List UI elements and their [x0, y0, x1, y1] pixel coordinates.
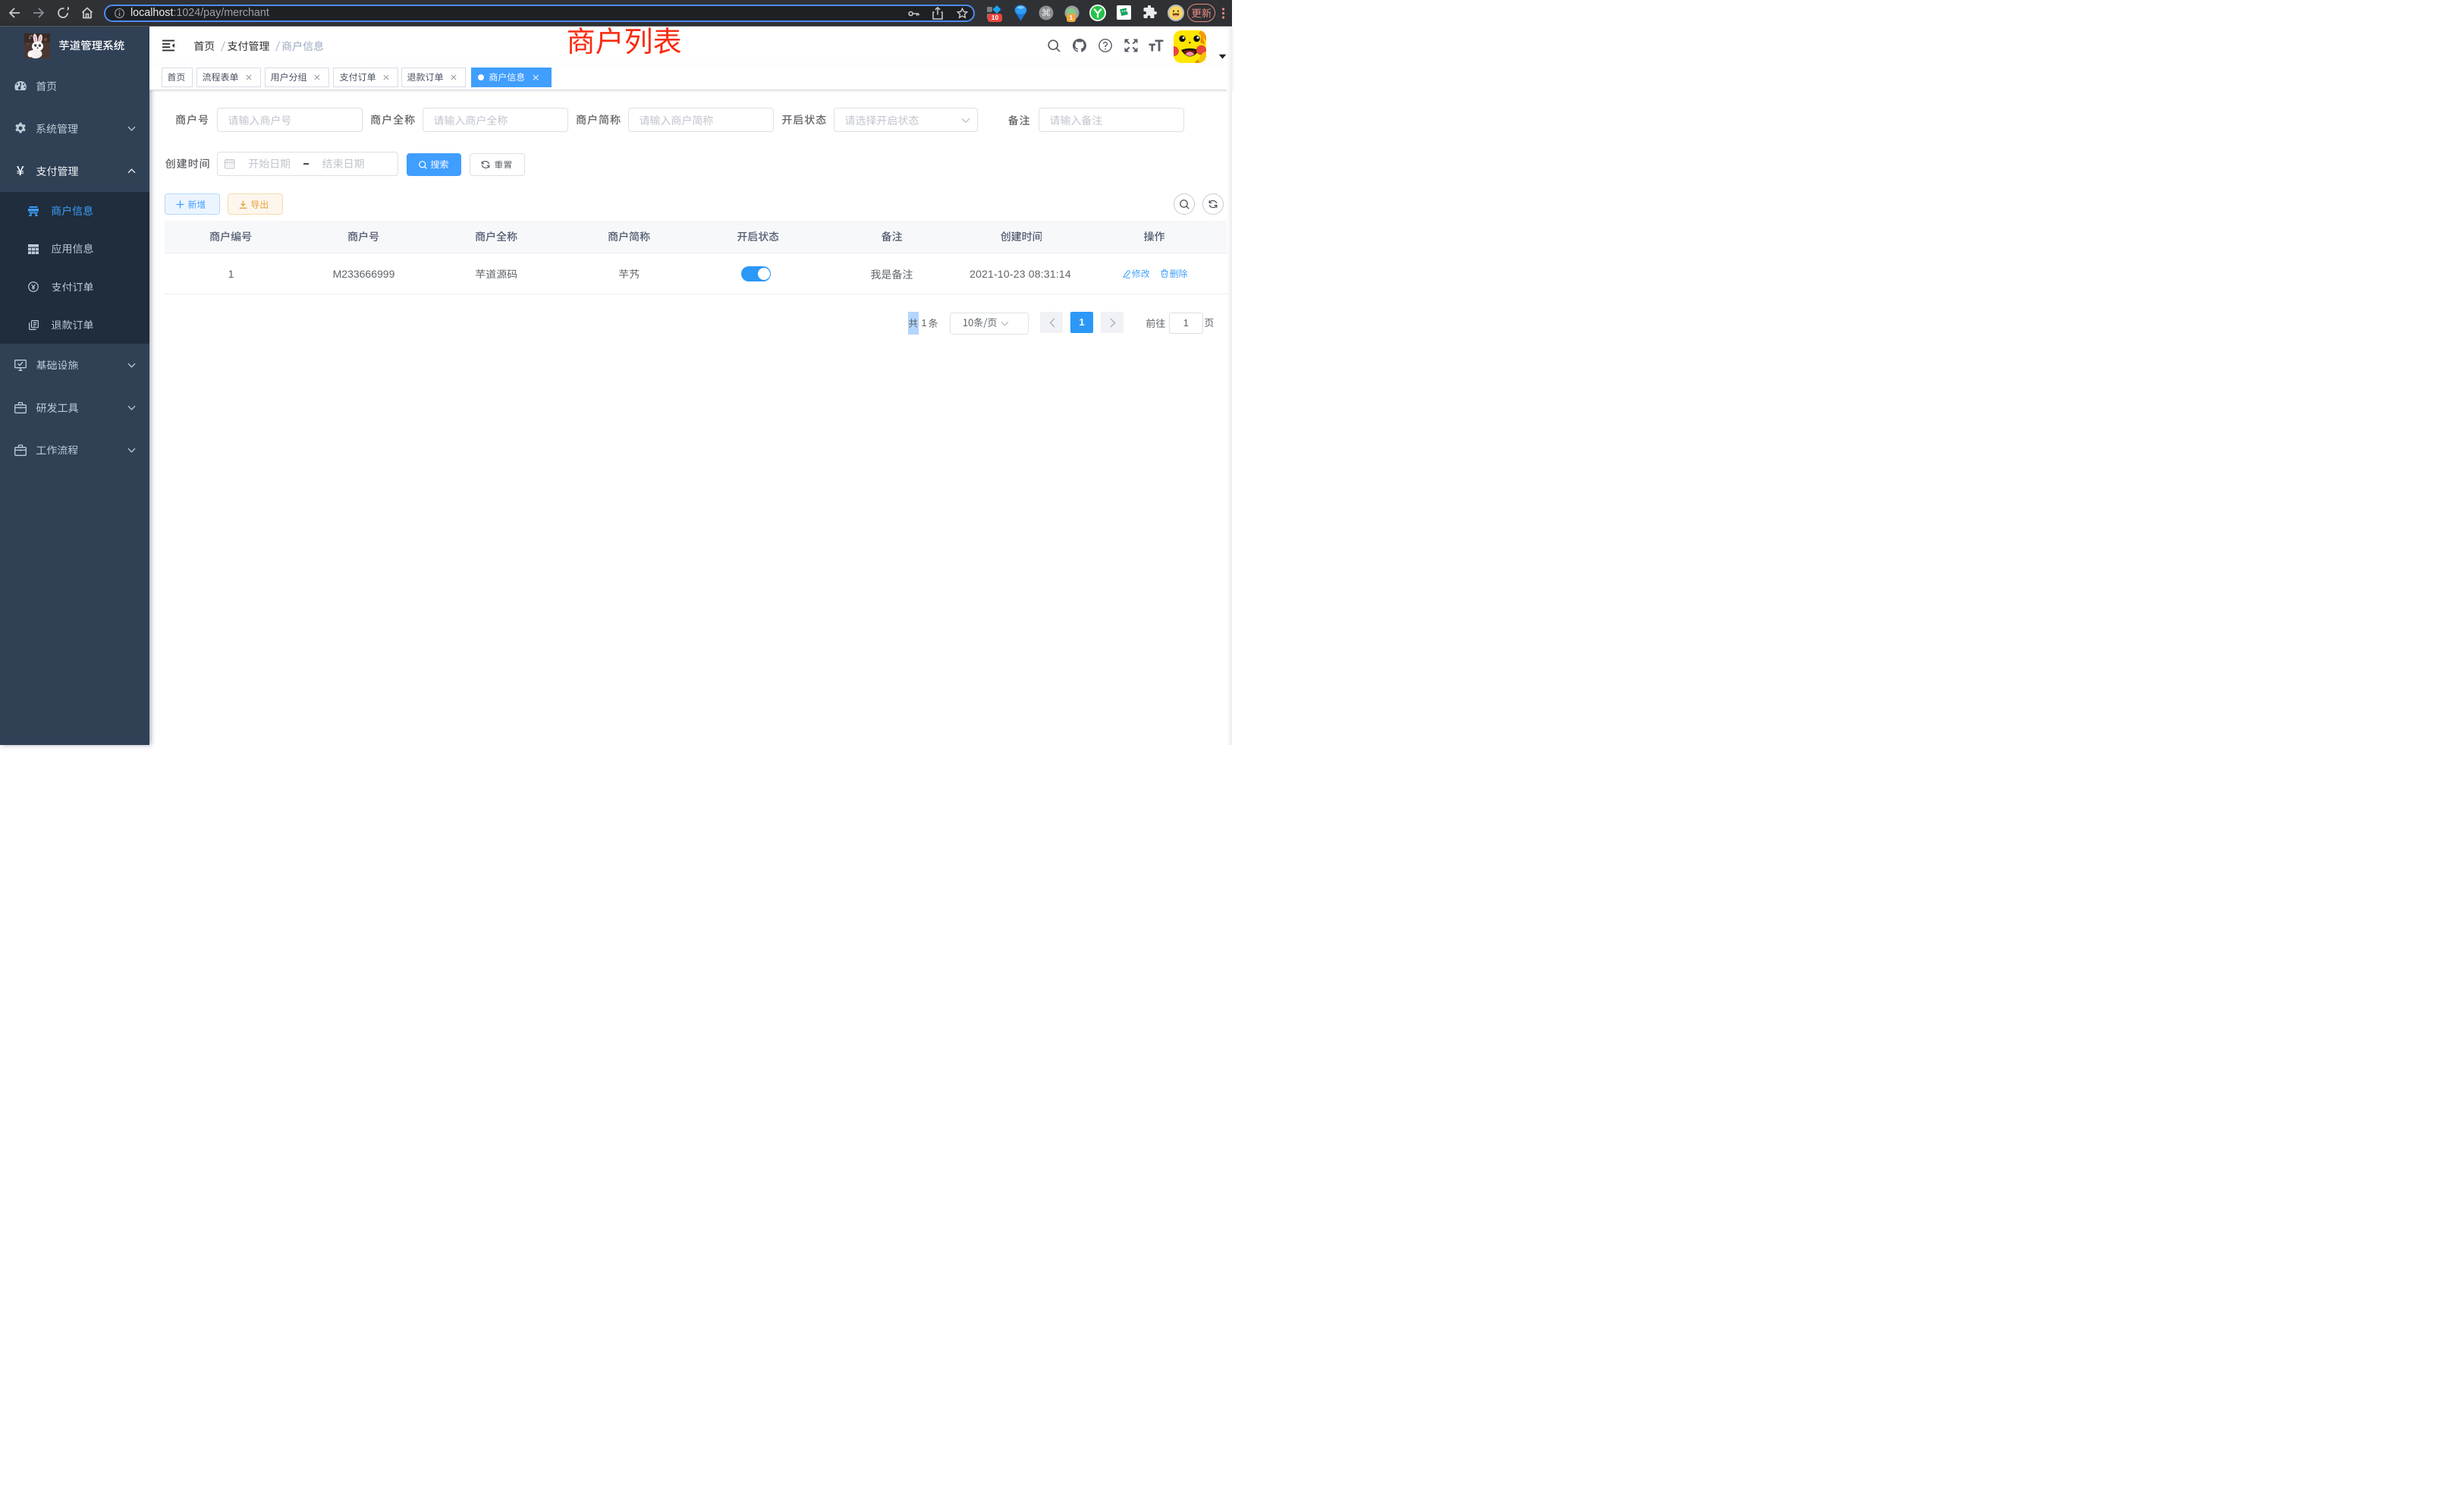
svg-text:⌘: ⌘ [1042, 8, 1051, 19]
